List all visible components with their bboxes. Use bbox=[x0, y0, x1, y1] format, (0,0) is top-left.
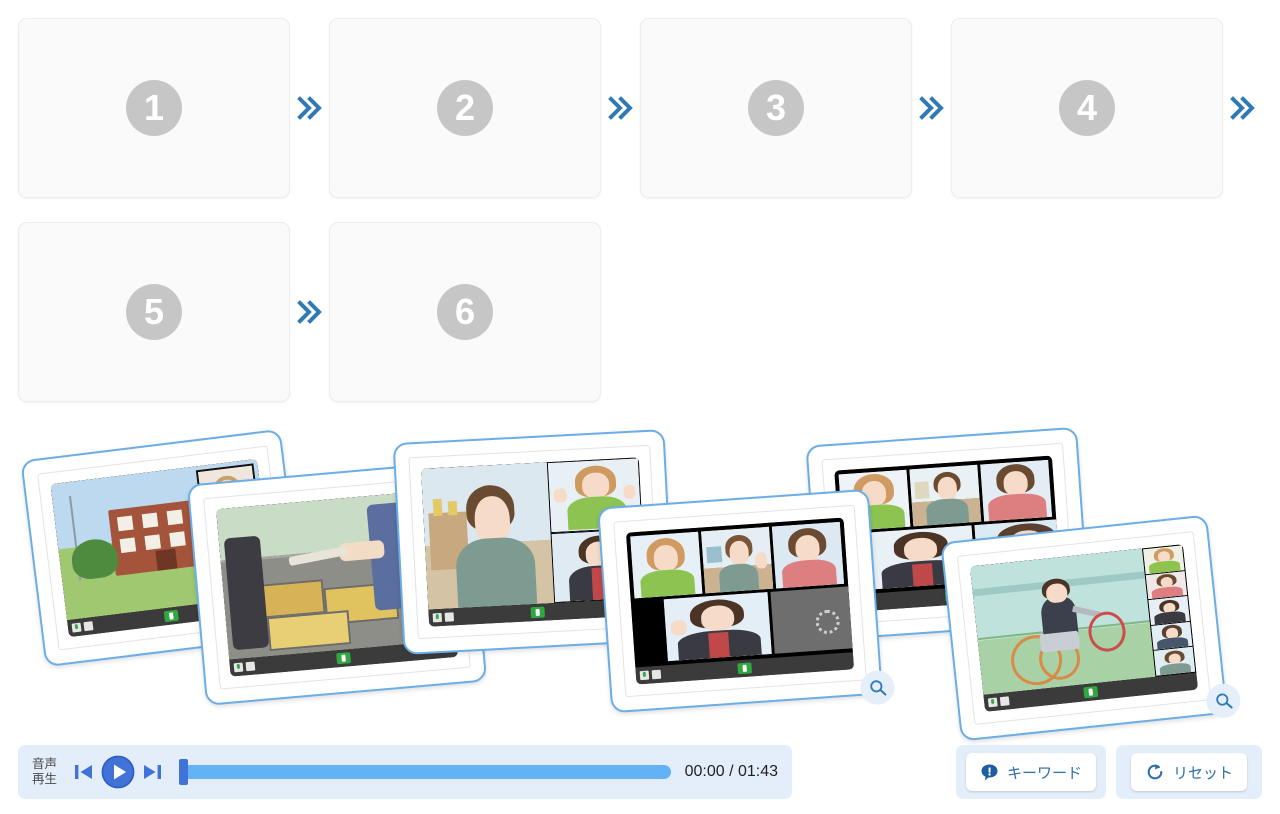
microphone-icon bbox=[639, 670, 650, 681]
drop-slot-3[interactable]: 3 bbox=[640, 18, 912, 198]
share-screen-icon bbox=[163, 609, 179, 623]
player-stage bbox=[625, 517, 853, 668]
reset-button-label: リセット bbox=[1172, 764, 1233, 782]
reset-button[interactable]: リセット bbox=[1130, 753, 1247, 791]
video-tile-participant bbox=[980, 459, 1053, 522]
reset-button-container: リセット bbox=[1116, 745, 1262, 799]
video-tile-participant bbox=[909, 464, 982, 527]
skip-previous-icon[interactable] bbox=[71, 759, 97, 785]
video-player-preview bbox=[969, 544, 1199, 712]
sidebar-thumb bbox=[1151, 621, 1193, 651]
sequence-row-1: 1 2 3 4 bbox=[18, 18, 1262, 198]
microphone-icon bbox=[987, 697, 998, 708]
audio-label-line-2: 再生 bbox=[32, 772, 58, 786]
zoom-button-card-4[interactable] bbox=[859, 669, 896, 706]
share-screen-icon bbox=[737, 662, 753, 675]
media-card-6[interactable] bbox=[940, 514, 1243, 742]
time-display: 00:00 / 01:43 bbox=[684, 763, 778, 780]
double-chevron-right-icon bbox=[290, 94, 329, 122]
camera-icon bbox=[444, 612, 455, 622]
sequence-area: 1 2 3 4 5 6 bbox=[0, 0, 1280, 410]
drop-slot-4[interactable]: 4 bbox=[951, 18, 1223, 198]
drop-slot-6[interactable]: 6 bbox=[329, 222, 601, 402]
double-chevron-right-icon bbox=[1223, 94, 1262, 122]
slot-number-2: 2 bbox=[437, 80, 493, 136]
seek-slider[interactable] bbox=[179, 758, 671, 786]
video-tile-loading bbox=[770, 584, 853, 654]
double-chevron-right-icon bbox=[290, 298, 329, 326]
sidebar-thumb bbox=[1143, 545, 1185, 574]
bottom-bar: 音声 再生 00:00 / 01:43 キーワード リセット bbox=[0, 742, 1280, 814]
sequence-row-2: 5 6 bbox=[18, 222, 601, 402]
camera-icon bbox=[999, 696, 1010, 707]
video-tile-participant bbox=[771, 521, 845, 589]
card-frame bbox=[956, 531, 1212, 725]
share-screen-icon bbox=[1083, 685, 1099, 699]
slot-number-3: 3 bbox=[748, 80, 804, 136]
camera-icon bbox=[245, 661, 256, 672]
video-tile-main bbox=[969, 548, 1156, 695]
play-circle-icon[interactable] bbox=[99, 753, 137, 791]
sidebar-thumb bbox=[1146, 570, 1188, 600]
drop-slot-2[interactable]: 2 bbox=[329, 18, 601, 198]
zoom-button-card-6[interactable] bbox=[1204, 682, 1243, 720]
audio-player-label: 音声 再生 bbox=[32, 757, 57, 787]
video-tile-participant bbox=[664, 592, 772, 662]
double-chevron-right-icon bbox=[601, 94, 640, 122]
sidebar-thumb-active bbox=[1154, 647, 1196, 676]
camera-icon bbox=[651, 669, 662, 680]
drop-slot-5[interactable]: 5 bbox=[18, 222, 290, 402]
video-player-preview bbox=[625, 517, 855, 685]
slot-number-5: 5 bbox=[126, 284, 182, 340]
video-tile-speaker bbox=[421, 462, 555, 610]
seek-thumb[interactable] bbox=[179, 759, 189, 785]
double-chevron-right-icon bbox=[912, 94, 951, 122]
microphone-icon bbox=[71, 622, 82, 633]
camera-icon bbox=[83, 621, 94, 632]
keyword-button-container: キーワード bbox=[956, 745, 1106, 799]
card-frame bbox=[613, 504, 867, 698]
sidebar-thumb bbox=[1148, 596, 1190, 625]
microphone-icon bbox=[432, 612, 443, 623]
player-stage bbox=[969, 544, 1197, 695]
slot-number-1: 1 bbox=[126, 80, 182, 136]
seek-track[interactable] bbox=[183, 765, 671, 779]
loading-spinner-icon bbox=[814, 609, 841, 635]
slot-number-4: 4 bbox=[1059, 80, 1115, 136]
audio-player-panel: 音声 再生 00:00 / 01:43 bbox=[18, 745, 792, 799]
refresh-icon bbox=[1145, 762, 1165, 782]
exclamation-bubble-icon bbox=[980, 763, 999, 782]
tile-row-top bbox=[630, 521, 845, 599]
share-screen-icon bbox=[530, 606, 545, 619]
keyword-button[interactable]: キーワード bbox=[965, 753, 1096, 791]
microphone-icon bbox=[233, 662, 244, 673]
card-stack bbox=[0, 420, 1280, 742]
skip-next-icon[interactable] bbox=[139, 759, 165, 785]
transport-controls bbox=[71, 753, 165, 791]
video-tile-participant bbox=[630, 531, 703, 599]
slot-number-6: 6 bbox=[437, 284, 493, 340]
drop-slot-1[interactable]: 1 bbox=[18, 18, 290, 198]
keyword-button-label: キーワード bbox=[1006, 764, 1082, 782]
audio-label-line-1: 音声 bbox=[32, 757, 58, 771]
video-tile-active-speaker bbox=[701, 526, 774, 594]
share-screen-icon bbox=[336, 652, 352, 665]
media-card-4[interactable] bbox=[597, 488, 896, 714]
